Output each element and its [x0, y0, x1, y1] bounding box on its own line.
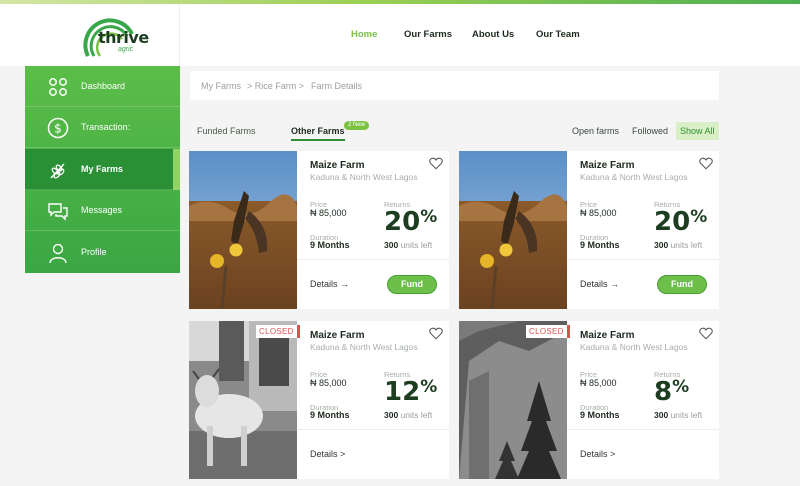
returns-number: 12 — [384, 377, 421, 407]
units-count: 300 — [654, 240, 669, 250]
details-link[interactable]: Details → — [310, 279, 349, 289]
card-title: Maize Farm — [580, 160, 635, 171]
heart-icon[interactable] — [699, 157, 713, 170]
heart-icon[interactable] — [699, 327, 713, 340]
details-link[interactable]: Details > — [310, 449, 345, 459]
units-left: 300 units left — [384, 410, 432, 420]
heart-icon[interactable] — [429, 327, 443, 340]
farm-photo-cow — [189, 321, 297, 479]
user-icon — [49, 243, 67, 264]
price-value: ₦ 85,000 — [580, 378, 617, 388]
returns-number: 8 — [654, 377, 673, 407]
filter-followed[interactable]: Followed — [632, 126, 668, 136]
duration-value: 9 Months — [580, 240, 620, 250]
card-location: Kaduna & North West Lagos — [310, 172, 418, 182]
duration-value: 9 Months — [310, 410, 350, 420]
units-count: 300 — [384, 240, 399, 250]
units-left-label: units left — [400, 240, 433, 250]
units-left: 300 units left — [384, 240, 432, 250]
returns-number: 20 — [384, 207, 421, 237]
nav-home[interactable]: Home — [351, 29, 377, 40]
nav-our-farms[interactable]: Our Farms — [404, 29, 452, 40]
fund-button[interactable]: Fund — [387, 275, 437, 294]
units-count: 300 — [654, 410, 669, 420]
returns-value: 20% — [654, 207, 708, 237]
wheat-icon — [50, 163, 65, 179]
units-left-label: units left — [670, 410, 703, 420]
dollar-icon: $ — [47, 117, 69, 139]
dashboard-icon — [49, 78, 67, 96]
heart-icon[interactable] — [429, 157, 443, 170]
farm-card[interactable]: CLOSED Maize Farm Kaduna & North West La… — [189, 321, 449, 479]
sidebar-label-transactions: Transaction: — [81, 122, 131, 132]
breadcrumb: My Farms > Rice Farm > Farm Details — [190, 71, 719, 100]
farm-card[interactable]: CLOSED Maize Farm Kaduna & North West La… — [459, 321, 719, 479]
returns-value: 20% — [384, 207, 438, 237]
tab-other-farms[interactable]: Other Farms — [291, 126, 345, 136]
new-badge: 2 New — [344, 121, 370, 130]
sidebar-label-my-farms: My Farms — [81, 164, 124, 174]
farm-photo-forest — [459, 321, 567, 479]
details-link[interactable]: Details > — [580, 449, 615, 459]
breadcrumb-my-farms[interactable]: My Farms — [201, 81, 241, 91]
tab-funded-farms[interactable]: Funded Farms — [197, 126, 256, 136]
sidebar-item-transactions[interactable]: $ Transaction: — [25, 107, 180, 148]
units-left: 300 units left — [654, 410, 702, 420]
logo-sub: agric — [118, 46, 134, 53]
details-link[interactable]: Details → — [580, 279, 619, 289]
tab-active-underline — [291, 139, 345, 141]
sidebar-item-my-farms[interactable]: My Farms — [25, 149, 180, 190]
card-divider — [567, 429, 719, 430]
units-left-label: units left — [400, 410, 433, 420]
units-count: 300 — [384, 410, 399, 420]
sidebar-label-messages: Messages — [81, 205, 123, 215]
duration-value: 9 Months — [580, 410, 620, 420]
breadcrumb-farm-details: Farm Details — [311, 81, 363, 91]
logo[interactable]: thrive agric — [0, 4, 180, 66]
price-value: ₦ 85,000 — [310, 378, 347, 388]
farm-card[interactable]: Maize Farm Kaduna & North West Lagos Pri… — [459, 151, 719, 309]
price-value: ₦ 85,000 — [310, 208, 347, 218]
card-location: Kaduna & North West Lagos — [580, 172, 688, 182]
card-title: Maize Farm — [310, 160, 365, 171]
fund-button[interactable]: Fund — [657, 275, 707, 294]
returns-value: 12% — [384, 377, 438, 407]
sidebar-label-dashboard: Dashboard — [81, 81, 126, 91]
filter-open-farms[interactable]: Open farms — [572, 126, 619, 136]
sidebar-item-profile[interactable]: Profile — [25, 232, 180, 273]
closed-badge: CLOSED — [256, 325, 300, 338]
price-value: ₦ 85,000 — [580, 208, 617, 218]
card-title: Maize Farm — [580, 330, 635, 341]
returns-number: 20 — [654, 207, 691, 237]
farm-photo-maize — [459, 151, 567, 309]
filter-show-all[interactable]: Show All — [676, 122, 719, 140]
card-divider — [297, 429, 449, 430]
breadcrumb-rice-farm[interactable]: > Rice Farm > — [247, 81, 304, 91]
card-divider — [567, 259, 719, 260]
duration-value: 9 Months — [310, 240, 350, 250]
chat-icon — [48, 203, 68, 221]
sidebar-item-dashboard[interactable]: Dashboard — [25, 66, 180, 107]
card-divider — [297, 259, 449, 260]
sidebar-label-profile: Profile — [81, 247, 107, 257]
svg-text:$: $ — [54, 122, 62, 136]
closed-badge: CLOSED — [526, 325, 570, 338]
card-title: Maize Farm — [310, 330, 365, 341]
units-left: 300 units left — [654, 240, 702, 250]
returns-value: 8% — [654, 377, 690, 407]
nav-our-team[interactable]: Our Team — [536, 29, 580, 40]
logo-text: thrive — [98, 28, 149, 47]
units-left-label: units left — [670, 240, 703, 250]
farm-photo-maize — [189, 151, 297, 309]
header: thrive agric Home Our Farms About Us Our… — [0, 4, 800, 66]
sidebar-item-messages[interactable]: Messages — [25, 190, 180, 231]
farm-card[interactable]: Maize Farm Kaduna & North West Lagos Pri… — [189, 151, 449, 309]
card-location: Kaduna & North West Lagos — [310, 342, 418, 352]
card-location: Kaduna & North West Lagos — [580, 342, 688, 352]
nav-about-us[interactable]: About Us — [472, 29, 514, 40]
sidebar: Dashboard $ Transaction: My Farms Messag… — [25, 66, 180, 273]
